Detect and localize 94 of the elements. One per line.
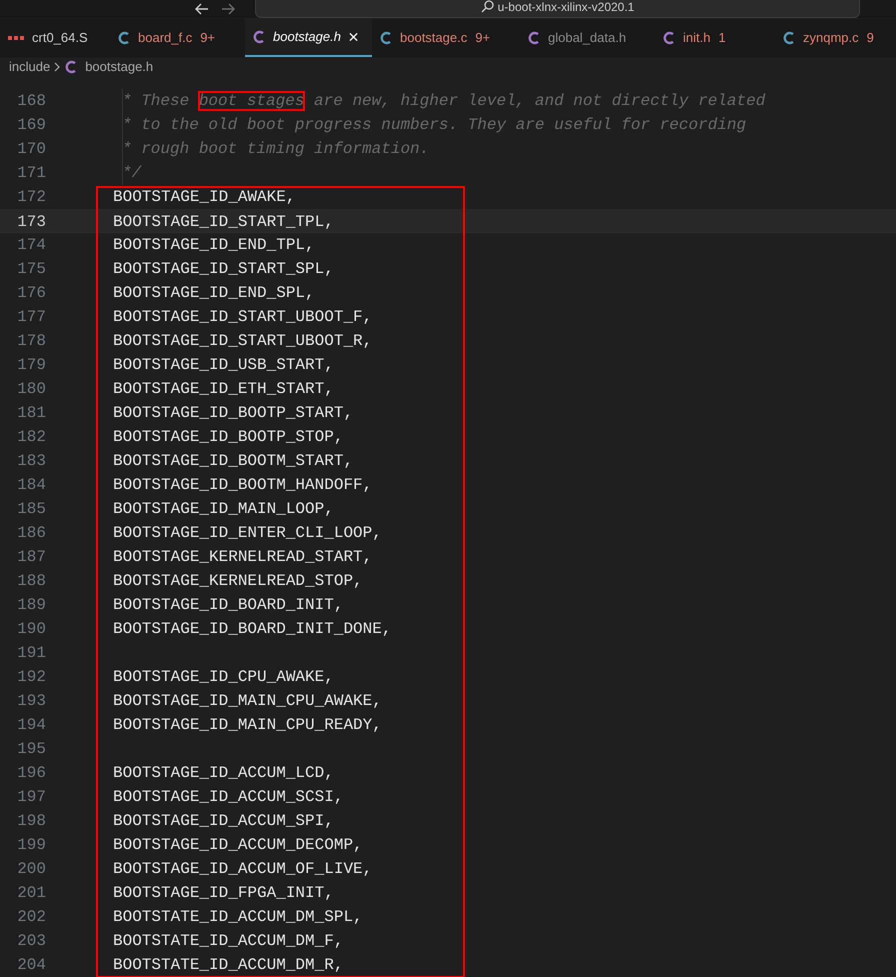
code-line: BOOTSTAGE_ID_START_UBOOT_R, [113,331,372,352]
breadcrumb-folder[interactable]: include [9,57,50,77]
code-line: BOOTSTAGE_ID_END_SPL, [113,283,315,304]
code-line: BOOTSTAGE_ID_ACCUM_LCD, [113,763,334,784]
line-number: 194 [16,715,46,736]
line-number: 171 [16,163,46,184]
line-number: 200 [16,859,46,880]
line-number: 175 [16,259,46,280]
back-arrow-icon[interactable] [195,3,209,15]
code-line: BOOTSTAGE_ID_START_TPL, [113,212,334,232]
line-number: 201 [16,883,46,904]
code-line: BOOTSTAGE_ID_BOOTP_STOP, [113,427,344,448]
code-line: BOOTSTAGE_ID_ENTER_CLI_LOOP, [113,523,382,544]
line-number: 204 [16,955,46,976]
line-number: 186 [16,523,46,544]
code-line: BOOTSTAGE_ID_ETH_START, [113,379,334,400]
file-type-icon [380,31,392,45]
line-number: 183 [16,451,46,472]
code-comment: * These boot stages are new, higher level, and not directly related [122,91,766,112]
line-number: 193 [16,691,46,712]
file-type-icon [118,31,130,45]
code-comment: * rough boot timing information. [122,139,430,160]
code-line: BOOTSTAGE_ID_CPU_AWAKE, [113,667,334,688]
code-line: BOOTSTATE_ID_ACCUM_DM_SPL, [113,907,363,928]
file-type-icon [65,60,78,74]
line-number: 172 [16,187,46,208]
line-number: 189 [16,595,46,616]
code-line: BOOTSTAGE_ID_ACCUM_OF_LIVE, [113,859,372,880]
editor-tab[interactable]: zynqmp.c 9 [775,19,896,57]
line-number: 174 [16,235,46,256]
code-comment: */ [122,163,142,184]
code-line: BOOTSTAGE_ID_END_TPL, [113,235,315,256]
chevron-right-icon [54,62,62,72]
forward-arrow-icon[interactable] [221,3,235,15]
code-line: BOOTSTAGE_KERNELREAD_START, [113,547,372,568]
line-number: 202 [16,907,46,928]
editor-tab[interactable]: global_data.h [520,19,655,57]
file-type-icon [528,31,540,45]
code-line: BOOTSTAGE_ID_BOARD_INIT_DONE, [113,619,392,640]
search-field[interactable]: u-boot-xlnx-xilinx-v2020.1 [255,0,860,18]
line-number: 179 [16,355,46,376]
line-number: 170 [16,139,46,160]
code-line: BOOTSTAGE_ID_ACCUM_SCSI, [113,787,344,808]
code-line: BOOTSTAGE_ID_BOOTM_HANDOFF, [113,475,372,496]
code-line: BOOTSTAGE_ID_START_SPL, [113,259,334,280]
code-line: BOOTSTAGE_ID_BOARD_INIT, [113,595,344,616]
line-number: 192 [16,667,46,688]
code-line: BOOTSTAGE_ID_FPGA_INIT, [113,883,334,904]
editor-tab[interactable]: bootstage.h [245,19,372,57]
code-line: BOOTSTAGE_ID_START_UBOOT_F, [113,307,372,328]
line-number: 195 [16,739,46,760]
line-number: 187 [16,547,46,568]
search-icon [480,0,494,13]
line-number: 203 [16,931,46,952]
close-icon[interactable] [348,32,358,42]
breadcrumb-file[interactable]: bootstage.h [85,57,154,77]
line-number: 197 [16,787,46,808]
line-number: 188 [16,571,46,592]
line-number: 184 [16,475,46,496]
line-number: 182 [16,427,46,448]
code-line: BOOTSTAGE_KERNELREAD_STOP, [113,571,363,592]
line-number: 176 [16,283,46,304]
line-number: 178 [16,331,46,352]
code-line: BOOTSTAGE_ID_BOOTM_START, [113,451,354,472]
code-comment: * to the old boot progress numbers. They are useful for recording [122,115,746,136]
line-number: 190 [16,619,46,640]
line-number: 168 [16,91,46,112]
code-line: BOOTSTATE_ID_ACCUM_DM_F, [113,931,344,952]
code-line: BOOTSTAGE_ID_MAIN_LOOP, [113,499,334,520]
line-number: 196 [16,763,46,784]
code-line: BOOTSTAGE_ID_AWAKE, [113,187,296,208]
code-line: BOOTSTAGE_ID_ACCUM_DECOMP, [113,835,363,856]
line-number: 177 [16,307,46,328]
line-number: 181 [16,403,46,424]
code-line: BOOTSTAGE_ID_USB_START, [113,355,334,376]
line-number: 199 [16,835,46,856]
code-line: BOOTSTAGE_ID_BOOTP_START, [113,403,354,424]
code-line: BOOTSTAGE_ID_MAIN_CPU_AWAKE, [113,691,382,712]
editor-tab[interactable]: board_f.c 9+ [110,19,245,57]
editor-tab[interactable]: init.h 1 [655,19,775,57]
file-type-icon [783,31,795,45]
line-number: 180 [16,379,46,400]
code-line: BOOTSTATE_ID_ACCUM_DM_R, [113,955,344,976]
line-number: 185 [16,499,46,520]
file-type-icon [253,30,265,44]
line-number: 173 [16,212,46,232]
line-number: 198 [16,811,46,832]
code-line: BOOTSTAGE_ID_ACCUM_SPI, [113,811,334,832]
line-number: 169 [16,115,46,136]
line-number: 191 [16,643,46,664]
code-line: BOOTSTAGE_ID_MAIN_CPU_READY, [113,715,382,736]
file-type-icon [663,31,675,45]
editor-tab[interactable]: bootstage.c 9+ [372,19,520,57]
editor-tab[interactable]: crt0_64.S [0,19,110,57]
